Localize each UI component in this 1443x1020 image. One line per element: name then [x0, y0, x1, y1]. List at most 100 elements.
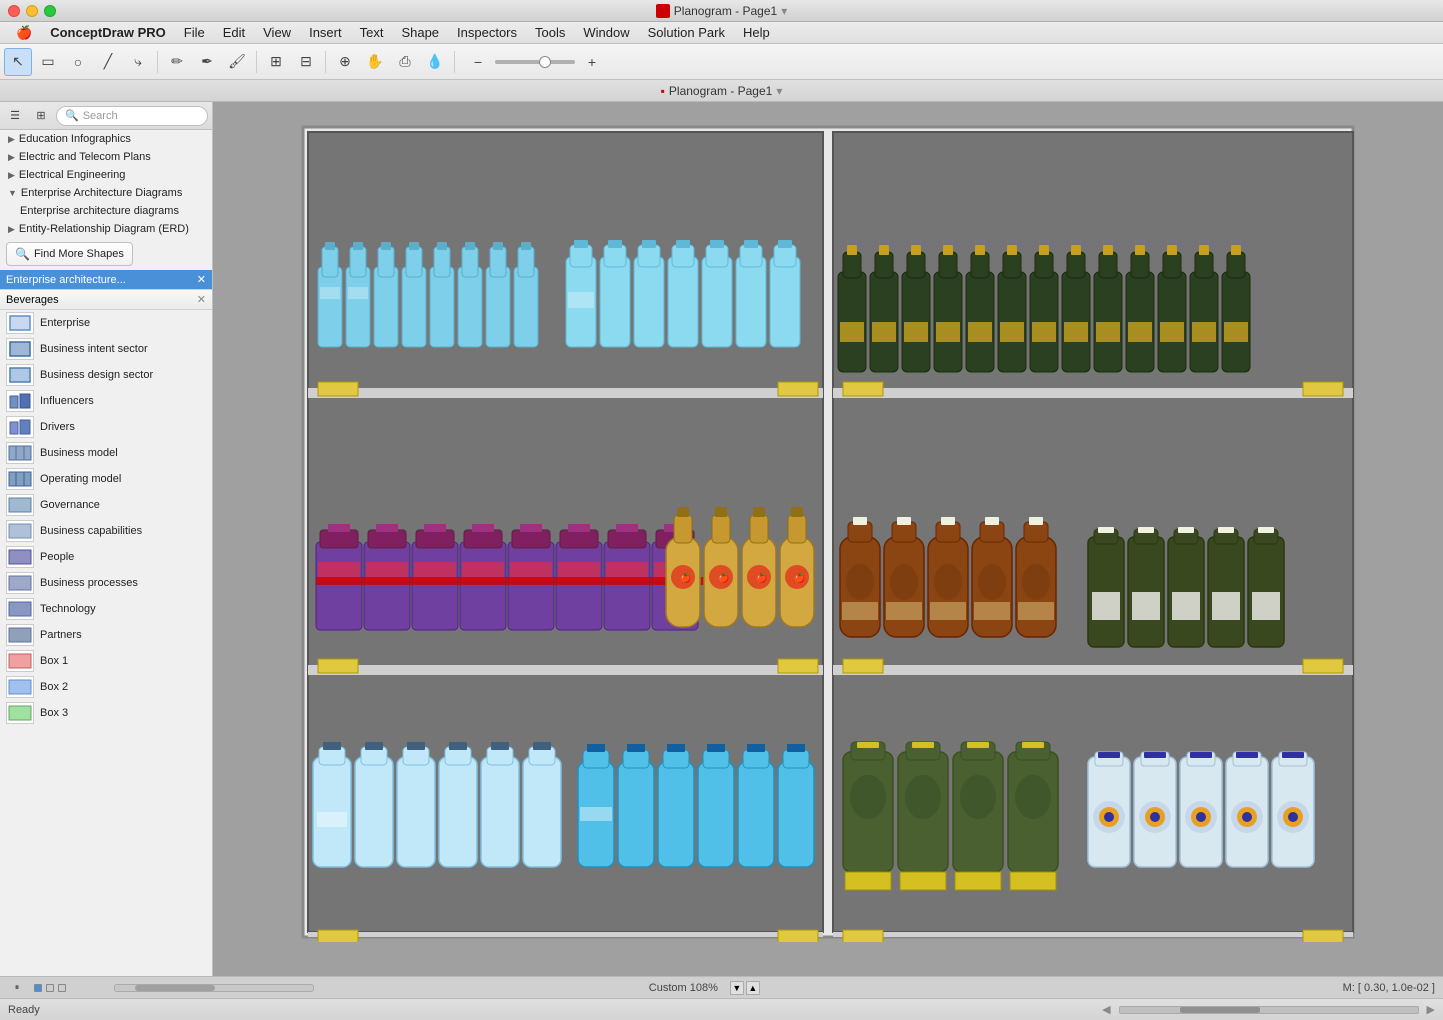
shape-item-partners[interactable]: Partners: [0, 622, 212, 648]
brush-tool[interactable]: 🖌: [223, 48, 251, 76]
minimize-button[interactable]: [26, 5, 38, 17]
lib-close-enterprise[interactable]: ✕: [197, 273, 206, 286]
group-tool[interactable]: ⊞: [262, 48, 290, 76]
tree-label: Electric and Telecom Plans: [19, 151, 151, 163]
svg-text:🍎: 🍎: [794, 572, 805, 583]
print-tool[interactable]: ⎙: [391, 48, 419, 76]
close-button[interactable]: [8, 5, 20, 17]
shape-thumb: [6, 676, 34, 698]
tree-label: Entity-Relationship Diagram (ERD): [19, 223, 189, 235]
line-tool[interactable]: ╱: [94, 48, 122, 76]
tree-item-electrical[interactable]: ▶ Electrical Engineering: [0, 166, 212, 184]
help-menu[interactable]: Help: [735, 23, 778, 42]
shape-item-influencers[interactable]: Influencers: [0, 388, 212, 414]
shape-item-governance[interactable]: Governance: [0, 492, 212, 518]
eyedrop-tool[interactable]: 💧: [421, 48, 449, 76]
left-panel: ☰ ⊞ 🔍 Search ▶ Education Infographics ▶ …: [0, 102, 213, 976]
zoom-decrease[interactable]: ▼: [730, 981, 744, 995]
app-name-menu[interactable]: ConceptDraw PRO: [42, 23, 174, 42]
shape-thumb: [6, 338, 34, 360]
pan-tool[interactable]: ✋: [361, 48, 389, 76]
shape-item-enterprise[interactable]: Enterprise: [0, 310, 212, 336]
shape-item-drivers[interactable]: Drivers: [0, 414, 212, 440]
shape-item-box3[interactable]: Box 3: [0, 700, 212, 726]
page-dot-3[interactable]: [58, 984, 66, 992]
zoom-stepper[interactable]: ▼ ▲: [730, 981, 760, 995]
panel-list-view[interactable]: ☰: [4, 105, 26, 127]
hscroll-thumb[interactable]: [1180, 1007, 1260, 1013]
ellipse-tool[interactable]: ○: [64, 48, 92, 76]
shape-thumb: [6, 624, 34, 646]
shape-item-business-capabilities[interactable]: Business capabilities: [0, 518, 212, 544]
shape-item-operating-model[interactable]: Operating model: [0, 466, 212, 492]
edit-menu[interactable]: Edit: [215, 23, 253, 42]
tree-item-education[interactable]: ▶ Education Infographics: [0, 130, 212, 148]
text-menu[interactable]: Text: [352, 23, 392, 42]
window-menu[interactable]: Window: [575, 23, 637, 42]
pen-tool[interactable]: ✏: [163, 48, 191, 76]
svg-text:🍎: 🍎: [756, 572, 767, 583]
shape-thumb: [6, 598, 34, 620]
shape-item-business-intent[interactable]: Business intent sector: [0, 336, 212, 362]
shape-thumb: [6, 442, 34, 464]
lib-header-label: Beverages: [6, 294, 59, 306]
maximize-button[interactable]: [44, 5, 56, 17]
shape-item-business-design[interactable]: Business design sector: [0, 362, 212, 388]
zoom-slider[interactable]: [495, 60, 575, 64]
lib-header-beverages[interactable]: Beverages ✕: [0, 290, 212, 310]
shape-label: Business capabilities: [40, 525, 142, 537]
search-bar[interactable]: 🔍 Search: [56, 106, 208, 126]
rect-tool[interactable]: ▭: [34, 48, 62, 76]
tree-item-erd[interactable]: ▶ Entity-Relationship Diagram (ERD): [0, 220, 212, 238]
shape-item-business-processes[interactable]: Business processes: [0, 570, 212, 596]
panel-scroll[interactable]: ▶ Education Infographics ▶ Electric and …: [0, 130, 212, 976]
shape-label: Business intent sector: [40, 343, 148, 355]
page-dot-2[interactable]: [46, 984, 54, 992]
shape-label: Business design sector: [40, 369, 153, 381]
panel-grid-view[interactable]: ⊞: [30, 105, 52, 127]
status-right: ◀ ▶: [1102, 1003, 1435, 1016]
file-menu[interactable]: File: [176, 23, 213, 42]
canvas-area[interactable]: 🍎 🍎 🍎 🍎: [213, 102, 1443, 976]
zoom-fit[interactable]: ⊕: [331, 48, 359, 76]
apple-menu[interactable]: 🍎: [8, 23, 40, 43]
lib-header-label: Enterprise architecture...: [6, 274, 126, 286]
shape-thumb: [6, 416, 34, 438]
pause-btn[interactable]: ⏸: [8, 979, 26, 997]
zoom-increase[interactable]: ▲: [746, 981, 760, 995]
shape-thumb: [6, 702, 34, 724]
pencil-tool[interactable]: ✒: [193, 48, 221, 76]
view-menu[interactable]: View: [255, 23, 299, 42]
shape-item-business-model[interactable]: Business model: [0, 440, 212, 466]
page-dot-1[interactable]: [34, 984, 42, 992]
tree-item-enterprise-arch-sub[interactable]: Enterprise architecture diagrams: [0, 202, 212, 220]
select-tool[interactable]: ↖: [4, 48, 32, 76]
shape-menu[interactable]: Shape: [393, 23, 447, 42]
arrange-tool[interactable]: ⊟: [292, 48, 320, 76]
status-scroll-right: ▶: [1427, 1003, 1435, 1016]
connector-tool[interactable]: ⤷: [124, 48, 152, 76]
inspectors-menu[interactable]: Inspectors: [449, 23, 525, 42]
lib-header-enterprise[interactable]: Enterprise architecture... ✕: [0, 270, 212, 290]
find-more-shapes-btn[interactable]: 🔍 Find More Shapes: [6, 242, 133, 266]
tree-item-enterprise-arch[interactable]: ▼ Enterprise Architecture Diagrams: [0, 184, 212, 202]
scrollbar-area[interactable]: [74, 984, 641, 992]
solution-park-menu[interactable]: Solution Park: [640, 23, 733, 42]
zoom-out-btn[interactable]: −: [464, 48, 492, 76]
lib-close-beverages[interactable]: ✕: [197, 293, 206, 306]
tree-label: Electrical Engineering: [19, 169, 125, 181]
window-title: Planogram - Page1 ▾: [656, 4, 787, 18]
doc-arrow[interactable]: ▾: [776, 84, 782, 98]
coordinates: M: [ 0.30, 1.0e-02 ]: [1343, 982, 1435, 994]
insert-menu[interactable]: Insert: [301, 23, 350, 42]
zoom-in-btn[interactable]: +: [578, 48, 606, 76]
tree-item-electric[interactable]: ▶ Electric and Telecom Plans: [0, 148, 212, 166]
shape-item-technology[interactable]: Technology: [0, 596, 212, 622]
shape-item-box2[interactable]: Box 2: [0, 674, 212, 700]
search-icon: 🔍: [65, 109, 79, 122]
hscroll-track[interactable]: [1119, 1006, 1419, 1014]
shape-item-box1[interactable]: Box 1: [0, 648, 212, 674]
find-shapes-label: Find More Shapes: [34, 248, 124, 260]
tools-menu[interactable]: Tools: [527, 23, 573, 42]
shape-item-people[interactable]: People: [0, 544, 212, 570]
